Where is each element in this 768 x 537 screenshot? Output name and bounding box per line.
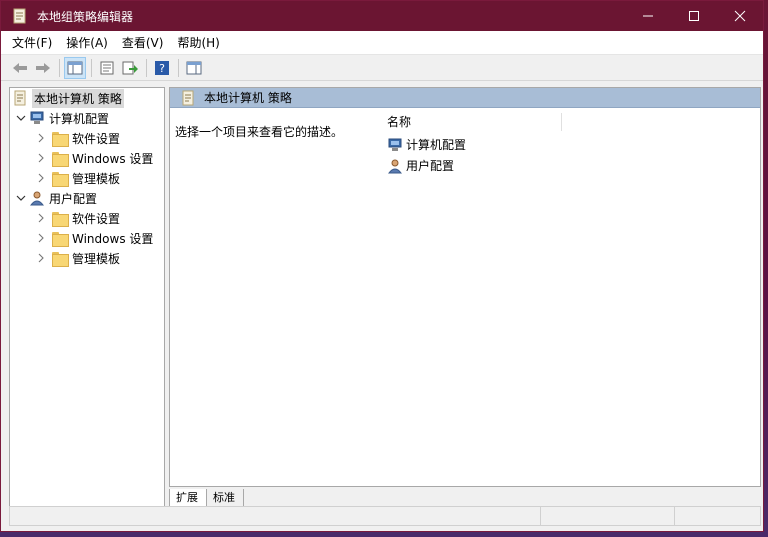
status-cell [10, 507, 541, 525]
tree-label: 软件设置 [72, 211, 121, 226]
svg-text:?: ? [159, 62, 165, 75]
tree-item-computer-windows[interactable]: Windows 设置 [10, 148, 164, 168]
tree-item-user-windows[interactable]: Windows 设置 [10, 228, 164, 248]
chevron-right-icon[interactable] [34, 173, 48, 183]
console-tree: 本地计算机 策略 计算机配置 软件设置 Windows 设置 管理模板 用户配置… [9, 87, 165, 507]
status-bar [9, 506, 761, 526]
tree-label: Windows 设置 [72, 151, 154, 166]
tree-label: 软件设置 [72, 131, 121, 146]
column-header-label: 名称 [387, 114, 412, 129]
help-icon: ? [155, 60, 169, 75]
show-hide-action-pane-button[interactable] [183, 57, 205, 79]
menu-file[interactable]: 文件(F) [5, 34, 59, 51]
menu-action[interactable]: 操作(A) [59, 34, 115, 51]
tree-item-user-software[interactable]: 软件设置 [10, 208, 164, 228]
back-icon [13, 62, 27, 73]
tree-item-computer-software[interactable]: 软件设置 [10, 128, 164, 148]
maximize-button[interactable] [671, 1, 717, 31]
tree-label: 计算机配置 [49, 111, 110, 126]
minimize-button[interactable] [625, 1, 671, 31]
folder-icon [52, 131, 69, 147]
forward-icon [36, 62, 50, 73]
tree-label: 管理模板 [72, 171, 121, 186]
chevron-down-icon[interactable] [14, 194, 28, 202]
status-cell [675, 507, 760, 525]
tree-item-user-config[interactable]: 用户配置 [10, 188, 164, 208]
show-hide-tree-button[interactable] [64, 56, 86, 79]
close-button[interactable] [717, 1, 763, 31]
list-item[interactable]: 计算机配置 [375, 134, 760, 155]
items-list: 名称 计算机配置 用户配置 [375, 108, 760, 486]
user-icon [29, 191, 45, 206]
export-list-button[interactable] [119, 57, 141, 79]
tree-item-computer-config[interactable]: 计算机配置 [10, 108, 164, 128]
properties-button[interactable] [96, 57, 118, 79]
menu-help[interactable]: 帮助(H) [170, 34, 226, 51]
folder-icon [52, 151, 69, 167]
tree-item-user-admin-templates[interactable]: 管理模板 [10, 248, 164, 268]
show-hide-action-pane-icon [186, 61, 202, 74]
status-cell [541, 507, 675, 525]
export-list-icon [122, 61, 138, 74]
details-pane: 本地计算机 策略 选择一个项目来查看它的描述。 名称 计算机配置 用户配置 [169, 87, 761, 487]
folder-icon [52, 251, 69, 267]
policy-scroll-icon [182, 90, 194, 105]
folder-icon [52, 171, 69, 187]
computer-icon [388, 138, 402, 151]
policy-scroll-icon [14, 90, 26, 106]
toolbar-separator [59, 58, 60, 77]
chevron-right-icon[interactable] [34, 233, 48, 243]
policy-scroll-icon [11, 7, 29, 25]
column-divider[interactable] [561, 113, 562, 131]
details-header: 本地计算机 策略 [170, 88, 760, 108]
show-hide-tree-icon [67, 61, 83, 74]
title-bar[interactable]: 本地组策略编辑器 [1, 1, 763, 31]
menu-view[interactable]: 查看(V) [115, 34, 171, 51]
chevron-right-icon[interactable] [34, 133, 48, 143]
main-area: 本地计算机 策略 计算机配置 软件设置 Windows 设置 管理模板 用户配置… [1, 83, 763, 508]
column-header-name[interactable]: 名称 [375, 108, 760, 134]
tree-label: Windows 设置 [72, 231, 154, 246]
toolbar-separator [91, 58, 92, 77]
description-text: 选择一个项目来查看它的描述。 [175, 125, 344, 139]
back-button[interactable] [9, 57, 31, 79]
tree-label: 用户配置 [49, 191, 98, 206]
forward-button[interactable] [32, 57, 54, 79]
list-item-label: 计算机配置 [406, 138, 467, 152]
folder-icon [52, 211, 69, 227]
help-button[interactable]: ? [151, 57, 173, 79]
chevron-down-icon[interactable] [14, 114, 28, 122]
tree-label: 管理模板 [72, 251, 121, 266]
details-header-title: 本地计算机 策略 [204, 91, 292, 105]
chevron-right-icon[interactable] [34, 253, 48, 263]
toolbar-separator [146, 58, 147, 77]
folder-icon [52, 231, 69, 247]
chevron-right-icon[interactable] [34, 213, 48, 223]
tree-label: 本地计算机 策略 [32, 88, 124, 108]
list-item-label: 用户配置 [406, 159, 455, 173]
toolbar-separator [178, 58, 179, 77]
view-tabs: 扩展 标准 [169, 488, 244, 508]
computer-icon [30, 111, 44, 124]
window-title: 本地组策略编辑器 [37, 9, 134, 24]
user-icon [387, 159, 403, 173]
tree-item-root[interactable]: 本地计算机 策略 [10, 88, 164, 108]
list-item[interactable]: 用户配置 [375, 155, 760, 176]
gpedit-window: 本地组策略编辑器 文件(F) 操作(A) 查看(V) 帮助(H) ? 本地计算机… [0, 0, 764, 532]
properties-icon [100, 61, 114, 74]
chevron-right-icon[interactable] [34, 153, 48, 163]
toolbar: ? [1, 55, 763, 81]
tree-item-computer-admin-templates[interactable]: 管理模板 [10, 168, 164, 188]
menu-bar: 文件(F) 操作(A) 查看(V) 帮助(H) [1, 31, 763, 55]
